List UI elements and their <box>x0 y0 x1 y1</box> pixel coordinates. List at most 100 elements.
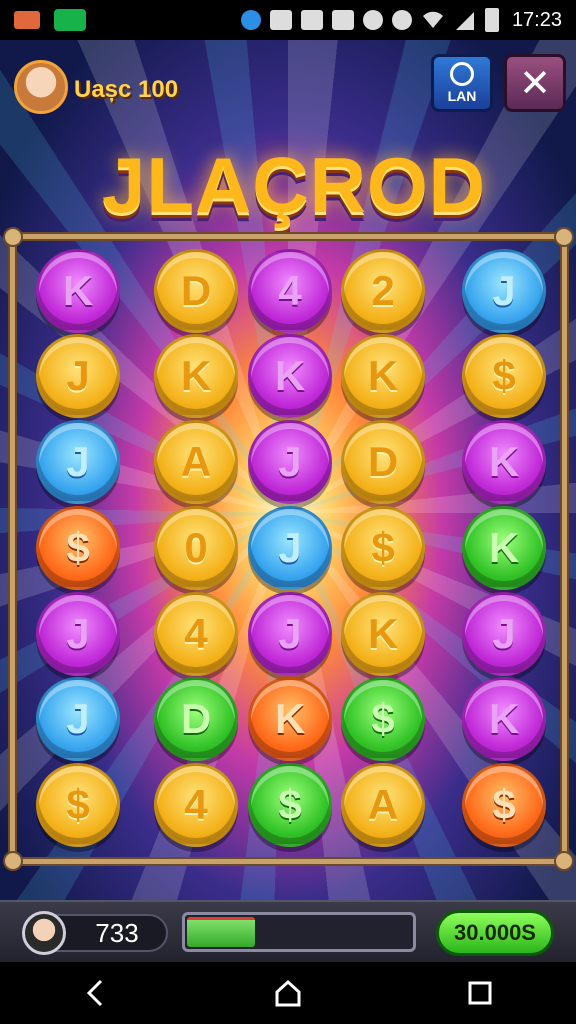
coin-tile[interactable]: D <box>341 420 425 504</box>
back-button[interactable] <box>66 968 126 1018</box>
coin-tile[interactable]: K <box>462 420 546 504</box>
frame-knot <box>3 227 23 247</box>
game-board: K D 4 2 J J K K K $ J A J D K $0 J $ K J 4 J K J J D K $ K $4 $ A $ <box>3 227 574 871</box>
coin-symbol: A <box>367 781 399 828</box>
coin-tile[interactable]: A <box>341 763 425 847</box>
frame-knot <box>554 227 574 247</box>
coin-tile[interactable]: K <box>462 506 546 590</box>
coin-symbol: $ <box>492 781 516 828</box>
coin-symbol: J <box>66 352 90 399</box>
coin-symbol: K <box>488 695 520 742</box>
coin-tile[interactable]: K <box>36 249 120 333</box>
coin-tile[interactable]: 2 <box>341 249 425 333</box>
score-display: 733 <box>56 914 168 952</box>
coin-symbol: K <box>274 352 306 399</box>
coin-tile[interactable]: J <box>36 334 120 418</box>
coin-symbol: K <box>180 352 212 399</box>
home-button[interactable] <box>258 968 318 1018</box>
coin-symbol: $ <box>492 352 516 399</box>
coin-symbol: J <box>66 695 90 742</box>
coin-symbol: A <box>180 438 212 485</box>
clock: 17:23 <box>511 8 562 31</box>
coin-tile[interactable]: K <box>248 334 332 418</box>
player-label: Uașc 100 <box>74 76 179 103</box>
coin-symbol: K <box>367 610 399 657</box>
coin-tile[interactable]: K <box>462 677 546 761</box>
box-icon <box>300 10 323 30</box>
coin-tile[interactable]: D <box>154 677 238 761</box>
coin-symbol: K <box>62 267 94 314</box>
game-title: JLAÇROD <box>101 140 486 229</box>
gear-icon <box>391 10 412 30</box>
coin-tile[interactable]: $ <box>462 763 546 847</box>
recents-button[interactable] <box>450 968 510 1018</box>
coin-tile[interactable]: 0 <box>154 506 238 590</box>
close-button[interactable]: ✕ <box>504 54 566 112</box>
scan-icon <box>269 10 292 30</box>
coin-symbol: J <box>492 267 516 314</box>
frame-knot <box>3 851 23 871</box>
coin-tile[interactable]: K <box>341 334 425 418</box>
coin-symbol: $ <box>278 781 302 828</box>
bottom-hud: 733 30.000S <box>0 900 576 962</box>
coin-tile[interactable]: A <box>154 420 238 504</box>
coin-tile[interactable]: $ <box>462 334 546 418</box>
battery-icon <box>484 8 499 32</box>
player-avatar[interactable] <box>14 60 68 114</box>
coin-tile[interactable]: D <box>154 249 238 333</box>
coin-symbol: J <box>278 610 302 657</box>
coin-symbol: 2 <box>371 267 395 314</box>
coin-symbol: $ <box>66 524 90 571</box>
coin-symbol: $ <box>371 695 395 742</box>
progress-bar <box>182 912 416 952</box>
credit-button[interactable]: 30.000S <box>436 910 554 956</box>
coin-tile[interactable]: J <box>248 592 332 676</box>
progress-fill <box>187 917 256 947</box>
globe-icon <box>450 62 474 86</box>
coin-tile[interactable]: K <box>248 677 332 761</box>
coin-tile[interactable]: 4 <box>154 592 238 676</box>
coin-symbol: 4 <box>184 781 208 828</box>
wifi-icon <box>422 11 443 29</box>
lan-button[interactable]: LAN <box>431 54 493 112</box>
coin-tile[interactable]: $ <box>248 763 332 847</box>
coin-tile[interactable]: $ <box>341 506 425 590</box>
coin-symbol: K <box>367 352 399 399</box>
coin-symbol: J <box>492 610 516 657</box>
lan-button-label: LAN <box>447 88 477 104</box>
coin-tile[interactable]: 4 <box>154 763 238 847</box>
back-icon <box>86 979 103 1007</box>
coin-symbol: J <box>66 610 90 657</box>
nav-bar <box>0 962 576 1024</box>
coin-tile[interactable]: 4 <box>248 249 332 333</box>
coin-tile[interactable]: J <box>248 420 332 504</box>
n-icon <box>331 10 354 30</box>
coin-symbol: 4 <box>278 267 302 314</box>
coin-tile[interactable]: J <box>36 677 120 761</box>
game-area: Uașc 100 LAN ✕ JLAÇROD K D 4 2 J J K K K $ J A J D K $0… <box>0 40 576 900</box>
coin-tile[interactable]: J <box>36 592 120 676</box>
hud-avatar[interactable] <box>22 911 66 955</box>
coin-symbol: D <box>180 695 212 742</box>
coin-symbol: J <box>278 524 302 571</box>
coin-tile[interactable]: $ <box>36 506 120 590</box>
coin-tile[interactable]: K <box>341 592 425 676</box>
coin-symbol: 4 <box>184 610 208 657</box>
coin-tile[interactable]: J <box>248 506 332 590</box>
status-bar: 17:23 <box>0 0 576 40</box>
coin-symbol: K <box>488 524 520 571</box>
crown-icon <box>14 11 40 29</box>
coin-tile[interactable]: J <box>462 249 546 333</box>
circle-icon <box>362 10 383 30</box>
coin-symbol: J <box>66 438 90 485</box>
coin-symbol: J <box>278 438 302 485</box>
coin-tile[interactable]: K <box>154 334 238 418</box>
coin-symbol: D <box>367 438 399 485</box>
coin-tile[interactable]: J <box>36 420 120 504</box>
coin-symbol: $ <box>66 781 90 828</box>
coin-tile[interactable]: $ <box>36 763 120 847</box>
coin-tile[interactable]: $ <box>341 677 425 761</box>
coin-symbol: K <box>488 438 520 485</box>
app-icon <box>240 10 261 30</box>
coin-tile[interactable]: J <box>462 592 546 676</box>
